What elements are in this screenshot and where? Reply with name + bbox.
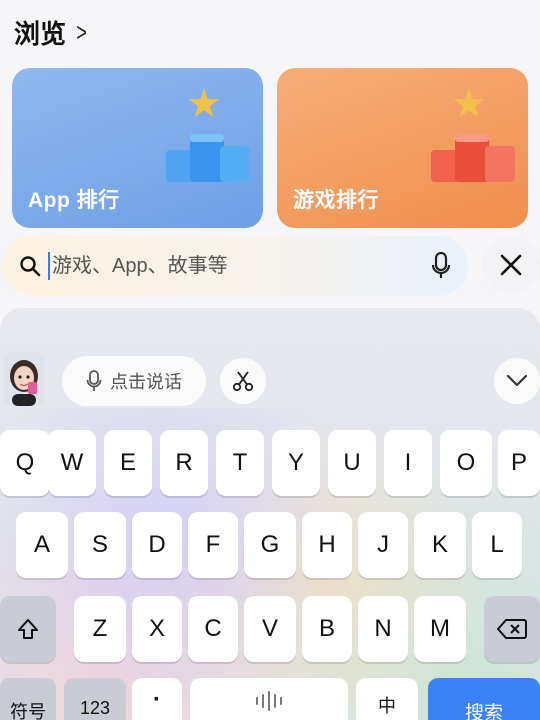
key-e[interactable]: E bbox=[104, 430, 152, 496]
app-ranking-label: App 排行 bbox=[28, 189, 120, 212]
key-d[interactable]: D bbox=[132, 512, 182, 578]
key-u[interactable]: U bbox=[328, 430, 376, 496]
key-b[interactable]: B bbox=[302, 596, 352, 662]
key-g[interactable]: G bbox=[244, 512, 296, 578]
key-k[interactable]: K bbox=[414, 512, 466, 578]
key-s[interactable]: S bbox=[74, 512, 126, 578]
key-i[interactable]: I bbox=[384, 430, 432, 496]
game-ranking-card[interactable]: ★ 游戏排行 bbox=[277, 68, 528, 228]
key-o[interactable]: O bbox=[440, 430, 492, 496]
language-switch-key[interactable]: 中 bbox=[356, 678, 418, 720]
key-m[interactable]: M bbox=[414, 596, 466, 662]
trophy-podium-icon bbox=[431, 134, 515, 182]
shift-icon bbox=[18, 619, 38, 639]
browse-header[interactable]: 浏览 > bbox=[14, 14, 89, 51]
key-c[interactable]: C bbox=[188, 596, 238, 662]
text-cursor bbox=[48, 252, 50, 280]
key-a[interactable]: A bbox=[16, 512, 68, 578]
key-r[interactable]: R bbox=[160, 430, 208, 496]
shift-key[interactable] bbox=[0, 596, 56, 662]
backspace-key[interactable] bbox=[484, 596, 540, 662]
chevron-right-icon: > bbox=[76, 17, 87, 47]
key-q[interactable]: Q bbox=[0, 430, 50, 496]
symbols-key[interactable]: 符号 bbox=[0, 678, 56, 720]
search-icon bbox=[20, 256, 41, 277]
key-j[interactable]: J bbox=[358, 512, 408, 578]
key-l[interactable]: L bbox=[472, 512, 522, 578]
numbers-key[interactable]: 123 bbox=[64, 678, 126, 720]
key-h[interactable]: H bbox=[302, 512, 352, 578]
backspace-icon bbox=[497, 619, 527, 639]
close-button[interactable] bbox=[482, 236, 540, 294]
scissors-icon bbox=[232, 371, 254, 392]
key-v[interactable]: V bbox=[244, 596, 296, 662]
key-z[interactable]: Z bbox=[74, 596, 126, 662]
microphone-icon[interactable] bbox=[430, 251, 452, 281]
search-bar[interactable] bbox=[2, 236, 468, 296]
star-icon: ★ bbox=[186, 82, 222, 126]
close-icon bbox=[500, 254, 522, 276]
chevron-down-icon bbox=[506, 374, 528, 387]
key-n[interactable]: N bbox=[358, 596, 408, 662]
voice-input-label: 点击说话 bbox=[110, 372, 182, 392]
app-ranking-card[interactable]: ★ App 排行 bbox=[12, 68, 263, 228]
key-f[interactable]: F bbox=[188, 512, 238, 578]
key-t[interactable]: T bbox=[216, 430, 264, 496]
voice-input-button[interactable]: 点击说话 bbox=[62, 356, 206, 406]
collapse-keyboard-button[interactable] bbox=[494, 358, 540, 404]
avatar[interactable] bbox=[4, 352, 44, 406]
star-icon: ★ bbox=[451, 82, 487, 126]
key-x[interactable]: X bbox=[132, 596, 182, 662]
key-y[interactable]: Y bbox=[272, 430, 320, 496]
search-key[interactable]: 搜索 bbox=[428, 678, 540, 720]
key-p[interactable]: P bbox=[498, 430, 540, 496]
game-ranking-label: 游戏排行 bbox=[293, 189, 379, 212]
microphone-icon bbox=[86, 370, 102, 391]
page-title: 浏览 bbox=[14, 19, 67, 49]
punctuation-key[interactable]: · bbox=[132, 678, 182, 720]
key-w[interactable]: W bbox=[48, 430, 96, 496]
space-key[interactable] bbox=[190, 678, 348, 720]
clipboard-button[interactable] bbox=[220, 358, 266, 404]
voice-wave-icon bbox=[256, 691, 282, 711]
search-input[interactable] bbox=[52, 246, 422, 286]
trophy-podium-icon bbox=[166, 134, 250, 182]
